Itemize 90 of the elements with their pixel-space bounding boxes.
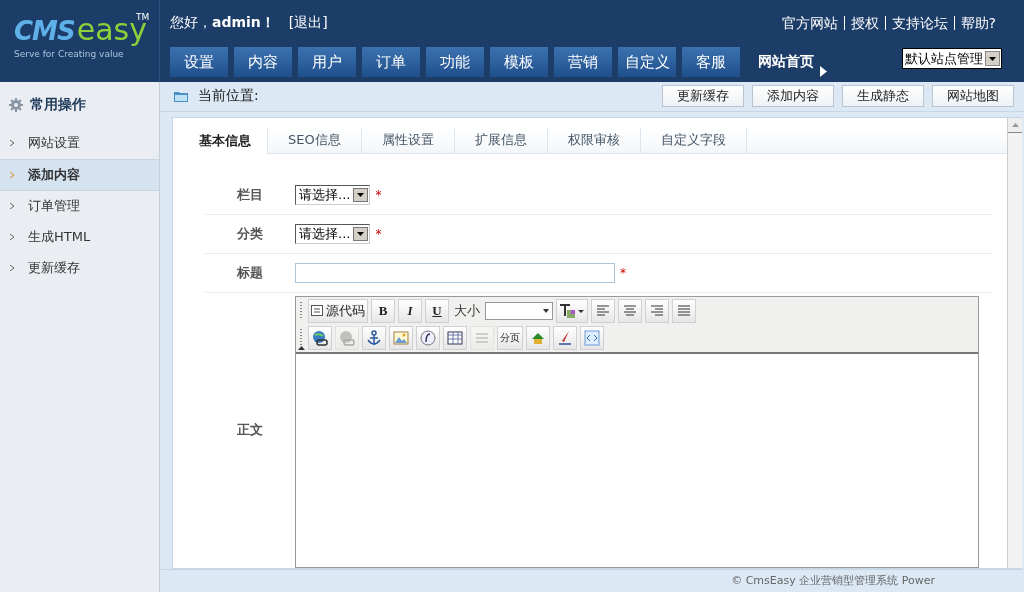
flash-icon bbox=[420, 329, 436, 346]
anchor-button[interactable] bbox=[362, 325, 386, 350]
chevron-icon bbox=[10, 265, 14, 271]
form-tab[interactable]: 权限审核 bbox=[547, 127, 641, 153]
chevron-icon bbox=[10, 203, 14, 209]
scroll-up-icon[interactable] bbox=[1011, 122, 1019, 127]
link-button[interactable] bbox=[308, 325, 332, 350]
rich-text-editor[interactable]: 源代码 B I U 大小 分页 bbox=[295, 295, 979, 568]
title-input[interactable] bbox=[295, 262, 615, 283]
text-color-icon bbox=[559, 302, 585, 319]
required-mark: * bbox=[620, 265, 626, 280]
top-link[interactable]: 官方网站 bbox=[775, 16, 844, 30]
nav-tab[interactable]: 用户 bbox=[298, 47, 356, 77]
logo-tagline: Serve for Creating value bbox=[14, 49, 125, 59]
nav-tab[interactable]: 订单 bbox=[362, 47, 420, 77]
align-left-icon[interactable] bbox=[591, 298, 615, 323]
image-icon bbox=[393, 329, 409, 346]
required-mark: * bbox=[375, 187, 382, 202]
dropdown-icon bbox=[543, 308, 549, 313]
link-icon bbox=[312, 329, 328, 346]
align-justify-icon[interactable] bbox=[672, 298, 696, 323]
nav-tab[interactable]: 营销 bbox=[554, 47, 612, 77]
form-tab[interactable]: 扩展信息 bbox=[454, 127, 548, 153]
logo-mark: CMS bbox=[14, 18, 75, 44]
category-select[interactable]: 请选择... bbox=[295, 223, 371, 244]
category-select[interactable]: 请选择... bbox=[295, 184, 371, 205]
greeting: 您好，admin！ bbox=[170, 14, 275, 30]
breadcrumb-label: 当前位置: bbox=[198, 87, 259, 106]
nav-tab[interactable]: 客服 bbox=[682, 47, 740, 77]
nav-tab[interactable]: 设置 bbox=[170, 47, 228, 77]
document-icon bbox=[311, 305, 323, 317]
code-icon bbox=[584, 329, 600, 346]
action-button[interactable]: 更新缓存 bbox=[662, 85, 744, 108]
pen-button[interactable] bbox=[553, 325, 577, 350]
field-label: 正文 bbox=[236, 421, 264, 440]
collapse-icon[interactable] bbox=[298, 345, 305, 350]
arrow-icon bbox=[820, 66, 827, 77]
flash-button[interactable] bbox=[416, 325, 440, 350]
action-button[interactable]: 添加内容 bbox=[752, 85, 834, 108]
table-button[interactable] bbox=[443, 325, 467, 350]
top-link[interactable]: 支持论坛 bbox=[884, 16, 954, 30]
source-code-button[interactable]: 源代码 bbox=[308, 298, 368, 323]
unlink-icon bbox=[339, 329, 355, 346]
site-select[interactable]: 默认站点管理 bbox=[902, 48, 1002, 69]
dropdown-icon bbox=[357, 231, 365, 236]
chevron-icon bbox=[10, 172, 14, 178]
table-icon bbox=[447, 329, 463, 346]
nav-tab[interactable]: 模板 bbox=[490, 47, 548, 77]
chevron-icon bbox=[10, 234, 14, 240]
image-button[interactable] bbox=[389, 325, 413, 350]
field-label: 分类 bbox=[236, 224, 264, 243]
home-link[interactable]: 网站首页 bbox=[758, 47, 814, 77]
house-button[interactable] bbox=[526, 325, 550, 350]
top-link[interactable]: 帮助? bbox=[953, 16, 1002, 30]
form-tab[interactable]: 自定义字段 bbox=[640, 127, 747, 153]
sidebar-item[interactable]: 更新缓存 bbox=[0, 253, 159, 284]
sidebar-item[interactable]: 订单管理 bbox=[0, 191, 159, 222]
size-label: 大小 bbox=[454, 301, 480, 320]
nav-tab[interactable]: 自定义 bbox=[618, 47, 676, 77]
form-tab[interactable]: SEO信息 bbox=[268, 127, 362, 153]
gear-icon bbox=[9, 98, 23, 112]
form-tab[interactable]: 属性设置 bbox=[361, 127, 455, 153]
scrollbar[interactable] bbox=[1007, 117, 1022, 568]
dropdown-icon bbox=[357, 192, 365, 197]
field-label: 栏目 bbox=[236, 185, 264, 204]
top-link[interactable]: 授权 bbox=[843, 16, 885, 30]
align-center-icon[interactable] bbox=[618, 298, 642, 323]
bold-button[interactable]: B bbox=[371, 298, 395, 323]
sidebar-item[interactable]: 生成HTML bbox=[0, 222, 159, 253]
text-color-button[interactable] bbox=[556, 298, 588, 323]
nav-tab[interactable]: 内容 bbox=[234, 47, 292, 77]
required-mark: * bbox=[375, 226, 382, 241]
folder-icon bbox=[174, 90, 188, 102]
action-button[interactable]: 网站地图 bbox=[932, 85, 1014, 108]
sidebar-item[interactable]: 添加内容 bbox=[0, 159, 159, 191]
anchor-icon bbox=[366, 329, 382, 346]
logout-link[interactable]: [退出] bbox=[288, 14, 328, 30]
field-label: 标题 bbox=[236, 263, 264, 282]
sidebar-title: 常用操作 bbox=[30, 96, 86, 114]
nav-tab[interactable]: 功能 bbox=[426, 47, 484, 77]
form-tab[interactable]: 基本信息 bbox=[183, 127, 268, 154]
underline-button[interactable]: U bbox=[425, 298, 449, 323]
italic-button[interactable]: I bbox=[398, 298, 422, 323]
dropdown-icon bbox=[989, 56, 996, 61]
trademark: TM bbox=[136, 12, 150, 22]
footer-text: © CmsEasy 企业营销型管理系统 Power bbox=[731, 573, 935, 589]
action-button[interactable]: 生成静态 bbox=[842, 85, 924, 108]
align-right-icon[interactable] bbox=[645, 298, 669, 323]
chevron-icon bbox=[10, 140, 14, 146]
page-break-button[interactable]: 分页 bbox=[497, 325, 523, 350]
